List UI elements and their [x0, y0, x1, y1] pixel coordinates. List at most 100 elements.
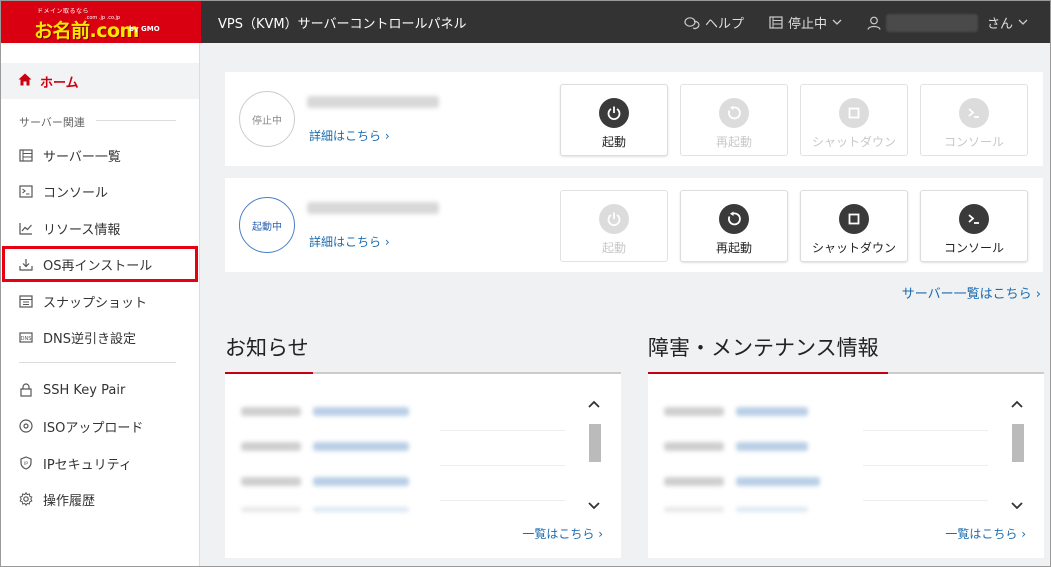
- list-item[interactable]: [241, 442, 409, 451]
- home-icon: [18, 73, 32, 90]
- sidebar-item-iso-upload[interactable]: ISOアップロード: [1, 408, 199, 444]
- user-suffix: さん: [987, 17, 1014, 32]
- divider: [96, 120, 176, 121]
- sidebar-item-label: DNS逆引き設定: [43, 331, 136, 347]
- sidebar-section-label: サーバー関連: [19, 116, 85, 129]
- svg-text:IP: IP: [24, 461, 28, 467]
- sidebar-item-label: ホーム: [40, 75, 79, 91]
- news-panel: 一覧はこちら ›: [225, 374, 621, 558]
- power-icon: [599, 98, 629, 128]
- sidebar-item-os-reinstall[interactable]: OS再インストール: [2, 246, 198, 282]
- button-label: コンソール: [943, 135, 1004, 149]
- sidebar-item-label: 操作履歴: [43, 493, 96, 509]
- server-card: 起動中 詳細はこちら › 起動 再起動 シャットダウン コンソール: [225, 178, 1043, 272]
- sidebar-item-history[interactable]: 操作履歴: [1, 481, 199, 517]
- logo-tagline: ドメイン取るなら: [37, 8, 90, 15]
- maintenance-scrollbar[interactable]: [1009, 396, 1025, 514]
- sidebar-item-label: スナップショット: [43, 295, 148, 311]
- list-item[interactable]: [664, 407, 808, 416]
- server-detail-link[interactable]: 詳細はこちら ›: [309, 127, 390, 144]
- maintenance-list-link[interactable]: 一覧はこちら ›: [945, 525, 1026, 542]
- status-badge: 起動中: [239, 197, 295, 253]
- maintenance-title: 障害・メンテナンス情報: [648, 336, 879, 360]
- status-menu-label: 停止中: [788, 17, 828, 32]
- disc-icon: [19, 419, 33, 433]
- button-label: シャットダウン: [811, 135, 896, 149]
- onamae-logo[interactable]: ドメイン取るなら .com .jp .co.jp お名前.com by GMO: [1, 1, 201, 43]
- user-menu[interactable]: さん: [867, 13, 1028, 32]
- shutdown-button[interactable]: シャットダウン: [800, 84, 908, 156]
- scroll-thumb[interactable]: [589, 424, 601, 462]
- chevron-down-icon[interactable]: [586, 498, 602, 514]
- chart-icon: [19, 221, 33, 235]
- chevron-down-icon: [1018, 19, 1028, 26]
- console-button[interactable]: コンソール: [920, 190, 1028, 262]
- list-item[interactable]: [241, 477, 409, 486]
- shutdown-button[interactable]: シャットダウン: [800, 190, 908, 262]
- chat-bubble-icon: [684, 16, 700, 30]
- console-button[interactable]: コンソール: [920, 84, 1028, 156]
- svg-text:DNS: DNS: [21, 336, 32, 342]
- news-list-link[interactable]: 一覧はこちら ›: [522, 525, 603, 542]
- sidebar-item-ip-security[interactable]: IP IPセキュリティ: [1, 445, 199, 481]
- server-detail-link[interactable]: 詳細はこちら ›: [309, 233, 390, 250]
- chevron-up-icon[interactable]: [586, 396, 602, 412]
- button-label: 起動: [601, 135, 626, 149]
- sidebar-item-dns[interactable]: DNS DNS逆引き設定: [1, 319, 199, 355]
- button-label: 起動: [601, 241, 626, 255]
- main-content: 停止中 詳細はこちら › 起動 再起動 シャットダウン コンソール 起動中 詳細…: [201, 43, 1050, 566]
- news-scrollbar[interactable]: [586, 396, 602, 514]
- sidebar-item-console[interactable]: コンソール: [1, 173, 199, 209]
- console-icon: [959, 98, 989, 128]
- lock-icon: [19, 383, 33, 397]
- sidebar-item-snapshot[interactable]: スナップショット: [1, 283, 199, 319]
- user-icon: [867, 16, 881, 30]
- list-item[interactable]: [664, 507, 808, 512]
- button-label: シャットダウン: [811, 241, 896, 255]
- logo-gmo: by GMO: [129, 25, 160, 33]
- chevron-up-icon[interactable]: [1009, 396, 1025, 412]
- server-name-redacted: [307, 96, 439, 108]
- help-button[interactable]: ヘルプ: [684, 13, 744, 32]
- server-list-icon: [19, 148, 33, 162]
- start-button[interactable]: 起動: [560, 190, 668, 262]
- snapshot-icon: [19, 294, 33, 308]
- status-menu[interactable]: 停止中: [769, 13, 842, 32]
- scroll-thumb[interactable]: [1012, 424, 1024, 462]
- server-name-redacted: [307, 202, 439, 214]
- list-item[interactable]: [664, 442, 808, 451]
- sidebar-item-resource[interactable]: リソース情報: [1, 210, 199, 246]
- server-list-link[interactable]: サーバー一覧はこちら ›: [902, 283, 1041, 302]
- status-badge: 停止中: [239, 91, 295, 147]
- list-icon: [769, 16, 783, 29]
- news-title: お知らせ: [225, 336, 309, 360]
- list-item[interactable]: [664, 477, 820, 486]
- sidebar-item-label: ISOアップロード: [43, 420, 144, 436]
- list-item[interactable]: [241, 407, 409, 416]
- logo-brand: お名前.com: [34, 20, 139, 42]
- sidebar-item-ssh-key[interactable]: SSH Key Pair: [1, 372, 199, 408]
- sidebar-item-server-list[interactable]: サーバー一覧: [1, 137, 199, 173]
- console-icon: [19, 184, 33, 198]
- sidebar: ホーム サーバー関連 サーバー一覧 コンソール リソース情報 OS再インストール…: [1, 43, 200, 566]
- user-name-redacted: [886, 13, 978, 32]
- chevron-down-icon[interactable]: [1009, 498, 1025, 514]
- start-button[interactable]: 起動: [560, 84, 668, 156]
- page-title: VPS（KVM）サーバーコントロールパネル: [218, 17, 467, 32]
- sidebar-item-label: SSH Key Pair: [43, 382, 126, 398]
- sidebar-item-label: リソース情報: [43, 222, 121, 238]
- download-icon: [19, 257, 33, 271]
- restart-button[interactable]: 再起動: [680, 190, 788, 262]
- restart-button[interactable]: 再起動: [680, 84, 788, 156]
- app-window: ドメイン取るなら .com .jp .co.jp お名前.com by GMO …: [0, 0, 1051, 567]
- list-item[interactable]: [241, 507, 409, 512]
- dns-icon: DNS: [19, 330, 33, 344]
- power-icon: [599, 204, 629, 234]
- button-label: コンソール: [943, 241, 1004, 255]
- sidebar-item-home[interactable]: ホーム: [1, 63, 199, 99]
- button-label: 再起動: [715, 241, 752, 255]
- server-card: 停止中 詳細はこちら › 起動 再起動 シャットダウン コンソール: [225, 72, 1043, 166]
- stop-icon: [839, 204, 869, 234]
- chevron-down-icon: [832, 19, 842, 26]
- sidebar-item-label: サーバー一覧: [43, 149, 121, 165]
